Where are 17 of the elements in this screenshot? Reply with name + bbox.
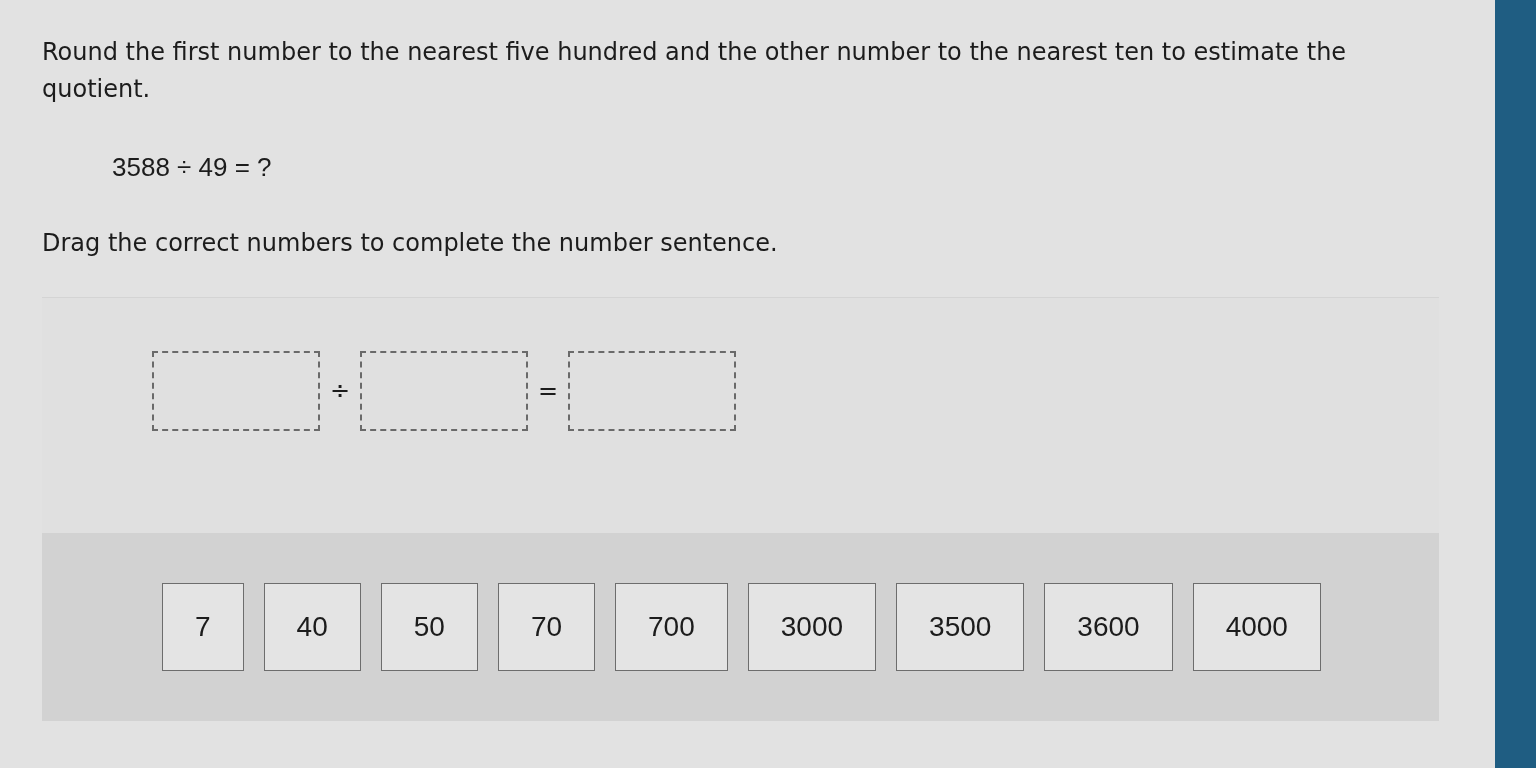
instruction-text: Drag the correct numbers to complete the number sentence.: [42, 229, 778, 257]
number-tile[interactable]: 7: [162, 583, 244, 671]
number-tile[interactable]: 3600: [1044, 583, 1173, 671]
question-text: Round the first number to the nearest five hundred and the other number to the nearest ten to estimate the quotient.: [42, 37, 1348, 105]
number-tile[interactable]: 50: [380, 583, 478, 671]
equation: 3588 ÷ 49 = ?: [112, 152, 272, 183]
number-tile[interactable]: 3000: [747, 583, 877, 671]
number-tile[interactable]: 700: [615, 583, 728, 671]
operator: =: [538, 376, 559, 405]
number-tile[interactable]: 4000: [1192, 583, 1321, 671]
operator: ÷: [330, 376, 351, 405]
drop-box[interactable]: [568, 350, 737, 431]
drop-box[interactable]: [360, 350, 529, 431]
number-tile[interactable]: 70: [497, 583, 596, 671]
number-tile[interactable]: 40: [263, 583, 361, 671]
drop-box[interactable]: [152, 350, 320, 431]
number-tile[interactable]: 3500: [896, 583, 1025, 671]
